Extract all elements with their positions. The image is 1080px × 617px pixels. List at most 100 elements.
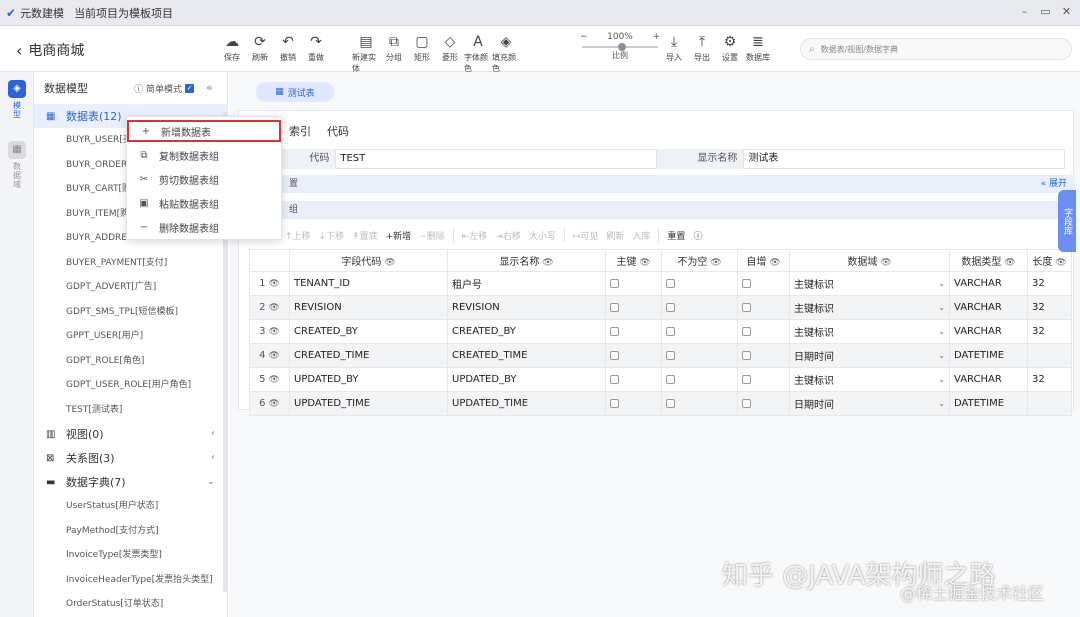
- collapse-sidebar-icon[interactable]: «: [206, 81, 213, 94]
- tree-item-table[interactable]: BUYER_PAYMENT[支付]: [34, 251, 227, 276]
- cell-type[interactable]: VARCHAR: [949, 271, 1028, 296]
- not-null-checkbox[interactable]: [666, 302, 675, 312]
- not-null-checkbox[interactable]: [666, 374, 675, 384]
- header-cell[interactable]: 字段代码 👁: [289, 249, 448, 272]
- cell-len[interactable]: 32: [1027, 319, 1072, 344]
- close-icon[interactable]: ✕: [1061, 6, 1072, 17]
- table-row[interactable]: 1 👁 TENANT_ID 租户号 主键标识 ⌄ VARCHAR 32: [249, 271, 1072, 296]
- tree-item-dict[interactable]: OrderStatus[订单状态]: [34, 592, 227, 617]
- minimize-icon[interactable]: –: [1019, 6, 1030, 17]
- cell-type[interactable]: DATETIME: [949, 343, 1028, 368]
- not-null-checkbox[interactable]: [666, 278, 675, 288]
- cell-type[interactable]: DATETIME: [949, 391, 1028, 416]
- zoom-control[interactable]: − 100% + 比例: [580, 32, 660, 61]
- auto-increment-checkbox[interactable]: [742, 374, 751, 384]
- table-row[interactable]: 4 👁 CREATED_TIME CREATED_TIME 日期时间 ⌄ DATETIME: [249, 343, 1072, 368]
- menu-item-copy-group[interactable]: ⧉ 复制数据表组: [127, 143, 281, 167]
- grid-tool-10[interactable]: 入库: [632, 229, 650, 242]
- menu-item-delete-group[interactable]: − 删除数据表组: [127, 215, 281, 239]
- table-row[interactable]: 3 👁 CREATED_BY CREATED_BY 主键标识 ⌄ VARCHAR 32: [249, 319, 1072, 344]
- cell-type[interactable]: VARCHAR: [949, 319, 1028, 344]
- info-icon[interactable]: ⓘ: [693, 229, 702, 242]
- cell-domain[interactable]: 主键标识 ⌄: [789, 271, 950, 296]
- cell-domain[interactable]: 主键标识 ⌄: [789, 319, 950, 344]
- section-settings[interactable]: 置 « 展开: [249, 175, 1075, 193]
- auto-increment-checkbox[interactable]: [742, 398, 751, 408]
- grid-tool-3[interactable]: +新增: [386, 229, 412, 242]
- grid-tool-4[interactable]: −删除: [419, 229, 445, 242]
- domain-select[interactable]: 主键标识 ⌄: [794, 300, 945, 315]
- cell-code[interactable]: CREATED_BY: [289, 319, 448, 344]
- tab-test-table[interactable]: ▦ 测试表: [256, 82, 334, 102]
- zoom-out-icon[interactable]: −: [580, 32, 588, 42]
- eye-icon[interactable]: 👁: [636, 258, 650, 268]
- eye-icon[interactable]: 👁: [1001, 258, 1015, 268]
- maximize-icon[interactable]: ▭: [1040, 6, 1051, 17]
- tree-item-table[interactable]: GDPT_USER_ROLE[用户角色]: [34, 373, 227, 398]
- auto-increment-checkbox[interactable]: [742, 278, 751, 288]
- domain-select[interactable]: 主键标识 ⌄: [794, 324, 945, 339]
- eye-icon[interactable]: 👁: [1052, 258, 1066, 268]
- auto-increment-checkbox[interactable]: [742, 350, 751, 360]
- tree-item-dict[interactable]: InvoiceHeaderType[发票抬头类型]: [34, 568, 227, 593]
- eye-icon[interactable]: 👁: [266, 327, 279, 337]
- header-cell[interactable]: 自增 👁: [737, 249, 790, 272]
- draw-button-0[interactable]: ▤ 新建实体: [352, 32, 380, 74]
- tab-index[interactable]: 索引: [289, 123, 311, 139]
- zoom-in-icon[interactable]: +: [652, 32, 660, 42]
- cell-code[interactable]: CREATED_TIME: [289, 343, 448, 368]
- header-cell[interactable]: 不为空 👁: [661, 249, 738, 272]
- domain-select[interactable]: 主键标识 ⌄: [794, 372, 945, 387]
- primary-key-checkbox[interactable]: [610, 278, 619, 288]
- table-row[interactable]: 2 👁 REVISION REVISION 主键标识 ⌄ VARCHAR 32: [249, 295, 1072, 320]
- table-row[interactable]: 6 👁 UPDATED_TIME UPDATED_TIME 日期时间 ⌄ DATETIME: [249, 391, 1072, 416]
- tree-group-diagrams[interactable]: ⊠ 关系图(3) ‹: [34, 446, 227, 470]
- search-box[interactable]: ⌕ 数据表/视图/数据字典: [800, 38, 1072, 60]
- eye-icon[interactable]: 👁: [266, 399, 279, 409]
- tree-item-dict[interactable]: UserStatus[用户状态]: [34, 494, 227, 519]
- eye-icon[interactable]: 👁: [707, 258, 721, 268]
- cell-code[interactable]: UPDATED_TIME: [289, 391, 448, 416]
- tree-item-table[interactable]: GDPT_SMS_TPL[短信模板]: [34, 300, 227, 325]
- cell-name[interactable]: 租户号: [447, 271, 606, 296]
- eye-icon[interactable]: 👁: [266, 375, 279, 385]
- draw-button-5[interactable]: ◈ 填充颜色: [492, 32, 520, 74]
- grid-tool-2[interactable]: ↟置底: [352, 229, 378, 242]
- cell-name[interactable]: REVISION: [447, 295, 606, 320]
- file-button-1[interactable]: ⟳ 刷新: [246, 32, 274, 63]
- cell-code[interactable]: UPDATED_BY: [289, 367, 448, 392]
- primary-key-checkbox[interactable]: [610, 302, 619, 312]
- grid-tool-1[interactable]: ↓下移: [319, 229, 345, 242]
- primary-key-checkbox[interactable]: [610, 326, 619, 336]
- simple-mode-checkbox[interactable]: ✓: [185, 84, 195, 93]
- cell-len[interactable]: [1027, 391, 1072, 416]
- cell-len[interactable]: [1027, 343, 1072, 368]
- rail-item-domain[interactable]: ▦ 数据域: [0, 119, 34, 189]
- menu-item-paste-group[interactable]: ▣ 粘贴数据表组: [127, 191, 281, 215]
- not-null-checkbox[interactable]: [666, 398, 675, 408]
- menu-item-new-table[interactable]: + 新增数据表: [127, 120, 281, 142]
- draw-button-1[interactable]: ⧉ 分组: [380, 32, 408, 74]
- auto-increment-checkbox[interactable]: [742, 326, 751, 336]
- grid-tool-8[interactable]: ↦可见: [573, 229, 599, 242]
- back-button[interactable]: ‹ 电商商城: [16, 40, 84, 60]
- tab-code[interactable]: 代码: [327, 123, 349, 139]
- tree-group-dicts[interactable]: ▬ 数据字典(7) ⌄: [34, 470, 227, 494]
- cell-code[interactable]: REVISION: [289, 295, 448, 320]
- cell-domain[interactable]: 主键标识 ⌄: [789, 295, 950, 320]
- primary-key-checkbox[interactable]: [610, 374, 619, 384]
- tree-item-dict[interactable]: PayMethod[支付方式]: [34, 519, 227, 544]
- cell-name[interactable]: CREATED_BY: [447, 319, 606, 344]
- display-name-field[interactable]: 测试表: [743, 149, 1065, 169]
- eye-icon[interactable]: 👁: [877, 258, 891, 268]
- section-group[interactable]: 组: [249, 201, 1075, 219]
- cell-domain[interactable]: 日期时间 ⌄: [789, 391, 950, 416]
- cell-type[interactable]: VARCHAR: [949, 367, 1028, 392]
- header-cell[interactable]: 数据类型 👁: [949, 249, 1028, 272]
- not-null-checkbox[interactable]: [666, 350, 675, 360]
- cell-name[interactable]: UPDATED_BY: [447, 367, 606, 392]
- cell-domain[interactable]: 日期时间 ⌄: [789, 343, 950, 368]
- primary-key-checkbox[interactable]: [610, 398, 619, 408]
- header-cell[interactable]: 主键 👁: [605, 249, 662, 272]
- cell-code[interactable]: TENANT_ID: [289, 271, 448, 296]
